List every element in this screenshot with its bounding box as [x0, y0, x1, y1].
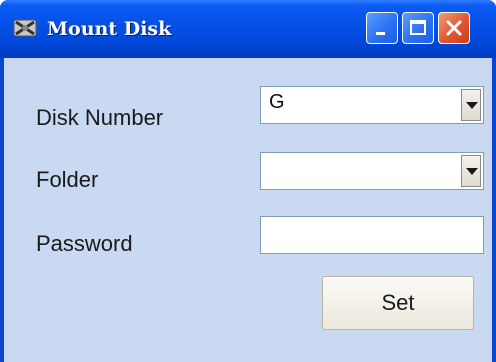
- maximize-button[interactable]: [402, 12, 434, 44]
- password-label: Password: [36, 231, 133, 256]
- close-button[interactable]: [438, 12, 470, 44]
- disk-number-label: Disk Number: [36, 105, 164, 130]
- folder-dropdown[interactable]: [260, 152, 484, 190]
- mount-disk-app-icon[interactable]: [13, 16, 37, 40]
- disk-number-dropdown[interactable]: G: [260, 86, 484, 124]
- folder-dropdown-button[interactable]: [461, 155, 481, 187]
- dialog-body: Disk Number G Folder Password Set: [4, 58, 492, 362]
- chevron-down-icon: [466, 168, 478, 175]
- disk-number-dropdown-button[interactable]: [461, 89, 481, 121]
- maximize-icon: [410, 20, 426, 35]
- folder-label: Folder: [36, 167, 99, 192]
- title-bar[interactable]: Mount Disk: [0, 0, 496, 58]
- disk-number-value: G: [269, 91, 285, 113]
- window-title: Mount Disk: [47, 18, 172, 40]
- set-button[interactable]: Set: [322, 276, 474, 330]
- mount-disk-window: Mount Disk Disk Number G Folder Password…: [0, 0, 496, 362]
- password-field[interactable]: [260, 216, 484, 254]
- minimize-icon: [376, 32, 385, 35]
- minimize-button[interactable]: [366, 12, 398, 44]
- chevron-down-icon: [466, 102, 478, 109]
- close-icon: [446, 20, 462, 36]
